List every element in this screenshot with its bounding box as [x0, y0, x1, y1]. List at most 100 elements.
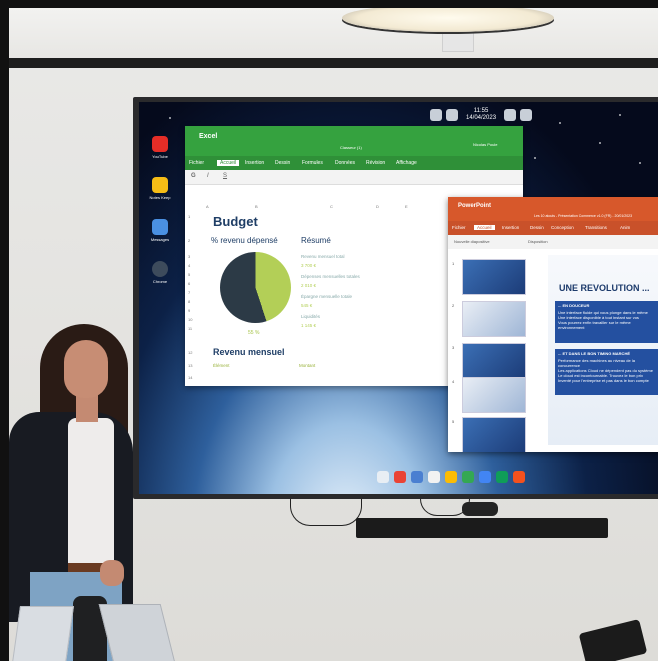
clock: 11:55 14/04/2023 — [466, 108, 496, 122]
slide-thumbnail[interactable] — [462, 377, 526, 413]
column-header[interactable]: E — [405, 204, 408, 209]
tab-conception[interactable]: Conception — [551, 225, 574, 230]
excel-doc-name: Classeur (1) — [340, 145, 362, 150]
slide-box-2[interactable]: ... ET DANS LE BON TIMING MARCHÉ Perform… — [555, 349, 658, 395]
slides-icon[interactable] — [513, 471, 525, 483]
clock-time: 11:55 — [473, 108, 489, 114]
powerpoint-ribbon: Fichier Accueil Insertion Dessin Concept… — [448, 221, 658, 235]
thumbnail-number: 1 — [452, 261, 455, 266]
account-icon[interactable] — [520, 109, 533, 121]
tab-dessin[interactable]: Dessin — [275, 160, 290, 166]
tab-accueil[interactable]: Accueil — [217, 160, 240, 166]
webcam — [462, 502, 498, 516]
tab-formules[interactable]: Formules — [302, 160, 323, 166]
row-header[interactable]: 1 — [188, 214, 190, 219]
drive-icon[interactable] — [445, 471, 457, 483]
column-header[interactable]: C — [330, 204, 333, 209]
pinwheel-icon[interactable] — [377, 471, 389, 483]
new-slide-button[interactable]: Nouvelle diapositive — [454, 239, 490, 244]
income-col-amount[interactable]: Montant — [299, 363, 315, 368]
settings-icon[interactable] — [504, 109, 517, 121]
tab-fichier[interactable]: Fichier — [189, 160, 204, 166]
tab-donnees[interactable]: Données — [335, 160, 355, 166]
tab-dessin[interactable]: Dessin — [530, 225, 544, 230]
tab-fichier[interactable]: Fichier — [452, 225, 466, 230]
row-header[interactable]: 6 — [188, 281, 190, 286]
tab-accueil[interactable]: Accueil — [474, 225, 495, 230]
star — [169, 117, 171, 119]
italic-button[interactable]: I — [207, 173, 209, 179]
row-header[interactable]: 5 — [188, 272, 190, 277]
app-keep[interactable]: Notes Keep — [141, 177, 179, 200]
column-header[interactable]: A — [206, 204, 209, 209]
summary-line[interactable]: Dépenses mensuelles totales — [301, 274, 360, 279]
summary-value[interactable]: 1 145 € — [301, 323, 316, 328]
ceiling-beam — [9, 58, 658, 68]
chrome-icon[interactable] — [462, 471, 474, 483]
row-header[interactable]: 13 — [188, 363, 192, 368]
meeting-room-photo: 11:55 14/04/2023 YouTube Notes Keep Mess… — [0, 0, 658, 661]
sheets-icon[interactable] — [496, 471, 508, 483]
pct-spent-label[interactable]: % revenu dépensé — [211, 236, 278, 245]
powerpoint-window[interactable]: PowerPoint Les 10 atouts - Présentation … — [448, 197, 658, 452]
app-label: Messages — [150, 237, 170, 242]
slide-box-1[interactable]: ... EN DOUCEUR Une interface fluide qui … — [555, 301, 658, 343]
sheet-title[interactable]: Budget — [213, 214, 258, 229]
summary-label[interactable]: Résumé — [301, 236, 331, 245]
tab-insertion[interactable]: Insertion — [502, 225, 519, 230]
tab-animations[interactable]: Anim — [620, 225, 630, 230]
bold-button[interactable]: G — [191, 173, 196, 179]
taskbar-dock — [367, 467, 535, 487]
thumbnail-number: 4 — [452, 379, 455, 384]
excel-toolbar: G I S — [185, 170, 523, 185]
excel-titlebar: Excel Classeur (1) Nicolas Poule — [185, 126, 523, 156]
row-header[interactable]: 8 — [188, 299, 190, 304]
tab-affichage[interactable]: Affichage — [396, 160, 417, 166]
tab-insertion[interactable]: Insertion — [245, 160, 264, 166]
column-header[interactable]: D — [376, 204, 379, 209]
underline-button[interactable]: S — [223, 173, 227, 179]
summary-line[interactable]: Épargne mensuelle totale — [301, 294, 352, 299]
row-header[interactable]: 2 — [188, 238, 190, 243]
youtube-icon — [152, 136, 168, 152]
row-header[interactable]: 7 — [188, 290, 190, 295]
income-col-element[interactable]: Élément — [213, 363, 230, 368]
row-header[interactable]: 3 — [188, 254, 190, 259]
row-header[interactable]: 10 — [188, 317, 192, 322]
row-header[interactable]: 4 — [188, 263, 190, 268]
gmail-icon[interactable] — [394, 471, 406, 483]
thumbnail-number: 3 — [452, 345, 455, 350]
slide-thumbnail[interactable] — [462, 417, 526, 452]
row-header[interactable]: 12 — [188, 350, 192, 355]
pie-chart[interactable] — [220, 252, 291, 323]
ceiling — [9, 8, 658, 60]
tab-transitions[interactable]: Transitions — [585, 225, 607, 230]
files-icon[interactable] — [411, 471, 423, 483]
powerpoint-doc-name: Les 10 atouts - Présentation Commerce v1… — [534, 214, 633, 218]
summary-value[interactable]: 3 700 € — [301, 263, 316, 268]
app-chrome[interactable]: Chrome — [141, 261, 179, 284]
app-youtube[interactable]: YouTube — [141, 136, 179, 159]
summary-value[interactable]: 2 010 € — [301, 283, 316, 288]
app-messages[interactable]: Messages — [141, 219, 179, 242]
cast-icon[interactable] — [446, 109, 458, 121]
tab-revision[interactable]: Révision — [366, 160, 385, 166]
slide-thumbnail[interactable] — [462, 259, 526, 295]
docs-icon[interactable] — [479, 471, 491, 483]
slide-bullet: Vous pourrez enfin travailler sur le mêm… — [558, 320, 631, 330]
row-header[interactable]: 14 — [188, 375, 192, 380]
slide-thumbnail[interactable] — [462, 301, 526, 337]
row-header[interactable]: 11 — [188, 326, 192, 331]
layout-button[interactable]: Disposition — [528, 239, 548, 244]
monthly-income-heading[interactable]: Revenu mensuel — [213, 347, 285, 357]
column-header[interactable]: B — [255, 204, 258, 209]
screen-share-icon[interactable] — [430, 109, 442, 121]
summary-line[interactable]: Revenu mensuel total — [301, 254, 345, 259]
row-header[interactable]: 9 — [188, 308, 190, 313]
slide-thumbnail-selected[interactable] — [462, 343, 526, 379]
photos-icon[interactable] — [428, 471, 440, 483]
slide-bullet: Performance des machines au niveau de la… — [558, 358, 635, 368]
summary-value[interactable]: 545 € — [301, 303, 312, 308]
summary-line[interactable]: Liquidités — [301, 314, 320, 319]
slide-heading[interactable]: UNE REVOLUTION ... — [559, 283, 650, 293]
